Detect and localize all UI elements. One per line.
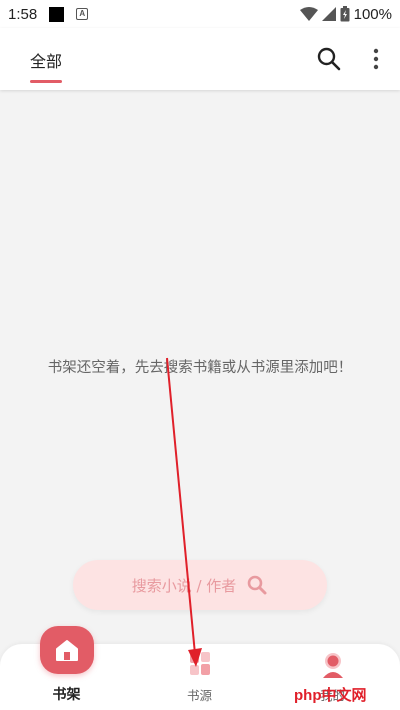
watermark: php中文网 <box>294 687 367 704</box>
tab-all[interactable]: 全部 <box>30 48 62 72</box>
more-vert-icon <box>373 48 379 70</box>
notification-square-icon <box>49 6 65 22</box>
search-icon <box>317 47 341 71</box>
search-icon <box>247 575 267 595</box>
app-header: 全部 <box>0 28 400 90</box>
status-right: 100% <box>299 5 392 23</box>
nav-item-shelf[interactable]: 书架 <box>0 626 133 710</box>
wifi-icon <box>299 7 318 21</box>
source-icon <box>190 652 210 675</box>
shelf-icon-bg <box>40 626 94 674</box>
tab-indicator <box>30 80 62 83</box>
more-options-button[interactable] <box>364 46 388 72</box>
user-icon <box>323 653 343 678</box>
status-time: 1:58 <box>8 5 38 23</box>
notification-a-icon: A <box>76 8 89 20</box>
nav-label-shelf: 书架 <box>52 687 81 703</box>
home-icon <box>56 640 78 661</box>
signal-icon <box>321 7 336 21</box>
status-bar: 1:58 A 100% <box>0 0 400 28</box>
battery-percent: 100% <box>353 5 392 23</box>
battery-icon <box>340 6 350 22</box>
empty-shelf-message: 书架还空着，先去搜索书籍或从书源里添加吧！ <box>47 360 353 376</box>
nav-item-source[interactable]: 书源 <box>133 644 266 710</box>
nav-label-source: 书源 <box>186 688 212 703</box>
search-novel-label: 搜索小说 / 作者 <box>131 576 237 595</box>
search-novel-button[interactable]: 搜索小说 / 作者 <box>73 560 327 610</box>
search-button[interactable] <box>316 46 342 72</box>
